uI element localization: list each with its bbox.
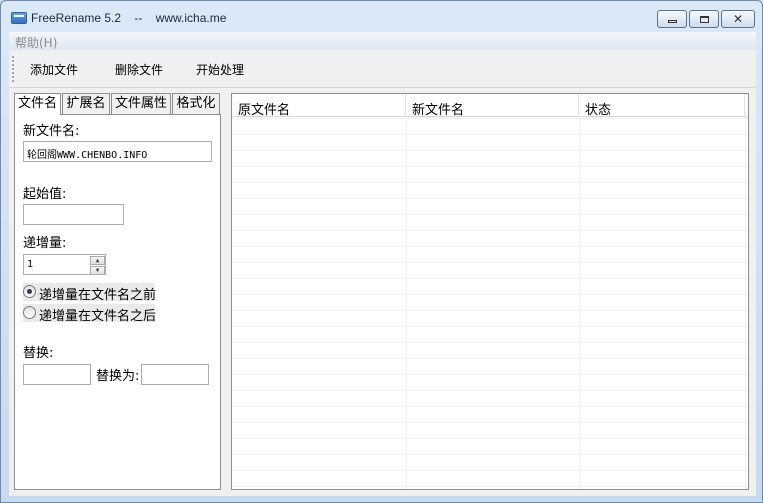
- new-name-label: 新文件名:: [23, 124, 80, 139]
- new-name-input[interactable]: 轮回阁WWW.CHENBO.INFO: [23, 141, 212, 162]
- increment-spin-buttons: ▲ ▼: [90, 256, 105, 274]
- menu-help[interactable]: 帮助(H): [15, 34, 57, 51]
- radio-unchecked-icon: [23, 306, 36, 319]
- options-panel: 文件名 扩展名 文件属性 格式化 新文件名: 轮回阁WWW.CHENBO.INF…: [14, 93, 222, 490]
- column-divider: [406, 118, 407, 489]
- increment-label: 递增量:: [23, 236, 67, 251]
- maximize-button[interactable]: [689, 10, 719, 28]
- close-icon: ✕: [732, 12, 744, 26]
- radio-after-label: 递增量在文件名之后: [39, 309, 157, 324]
- tab-format[interactable]: 格式化: [172, 93, 220, 114]
- title-bar[interactable]: FreeRename 5.2 -- www.icha.me ✕: [1, 1, 762, 33]
- column-original-name[interactable]: 原文件名: [232, 94, 406, 118]
- app-window: FreeRename 5.2 -- www.icha.me ✕ 帮助(H) 添加…: [0, 0, 763, 503]
- column-divider: [745, 118, 746, 489]
- table-header: 原文件名 新文件名 状态: [232, 94, 748, 118]
- radio-increment-before[interactable]: 递增量在文件名之前: [23, 283, 157, 303]
- client-area: 添加文件 删除文件 开始处理 文件名 扩展名 文件属性 格式化 新文件名: 轮回…: [9, 50, 756, 496]
- increment-value: 1: [27, 259, 34, 270]
- increment-stepper[interactable]: 1 ▲ ▼: [23, 254, 106, 275]
- add-file-button[interactable]: 添加文件: [30, 61, 78, 78]
- toolbar-grip-handle[interactable]: [12, 56, 14, 82]
- replace-label: 替换:: [23, 346, 54, 361]
- file-list-table[interactable]: 原文件名 新文件名 状态: [231, 93, 749, 490]
- column-new-name[interactable]: 新文件名: [406, 94, 579, 118]
- filename-tab-pane: 新文件名: 轮回阁WWW.CHENBO.INFO 起始值: 递增量: 1 ▲ ▼…: [14, 114, 221, 490]
- tab-file-attributes[interactable]: 文件属性: [111, 93, 171, 114]
- replace-input[interactable]: [23, 364, 91, 385]
- tab-filename[interactable]: 文件名: [14, 93, 61, 115]
- tab-extension[interactable]: 扩展名: [62, 93, 110, 114]
- radio-increment-after[interactable]: 递增量在文件名之后: [23, 304, 157, 324]
- start-value-input[interactable]: [23, 204, 124, 225]
- maximize-icon: [699, 15, 709, 23]
- window-title: FreeRename 5.2 -- www.icha.me: [31, 11, 227, 25]
- table-body[interactable]: [232, 118, 748, 489]
- replace-with-input[interactable]: [141, 364, 209, 385]
- start-process-button[interactable]: 开始处理: [196, 61, 244, 78]
- app-icon: [11, 12, 27, 24]
- minimize-button[interactable]: [657, 10, 687, 28]
- menu-bar: 帮助(H): [9, 32, 756, 50]
- spin-up-icon[interactable]: ▲: [90, 256, 105, 265]
- delete-file-button[interactable]: 删除文件: [115, 61, 163, 78]
- replace-with-label: 替换为:: [96, 369, 140, 384]
- minimize-icon: [667, 20, 677, 23]
- column-status[interactable]: 状态: [579, 94, 745, 118]
- column-divider: [579, 118, 580, 489]
- radio-checked-icon: [23, 285, 36, 298]
- spin-down-icon[interactable]: ▼: [90, 266, 105, 274]
- start-value-label: 起始值:: [23, 187, 67, 202]
- close-button[interactable]: ✕: [721, 10, 755, 28]
- radio-before-label: 递增量在文件名之前: [39, 288, 157, 303]
- toolbar: 添加文件 删除文件 开始处理: [9, 50, 756, 88]
